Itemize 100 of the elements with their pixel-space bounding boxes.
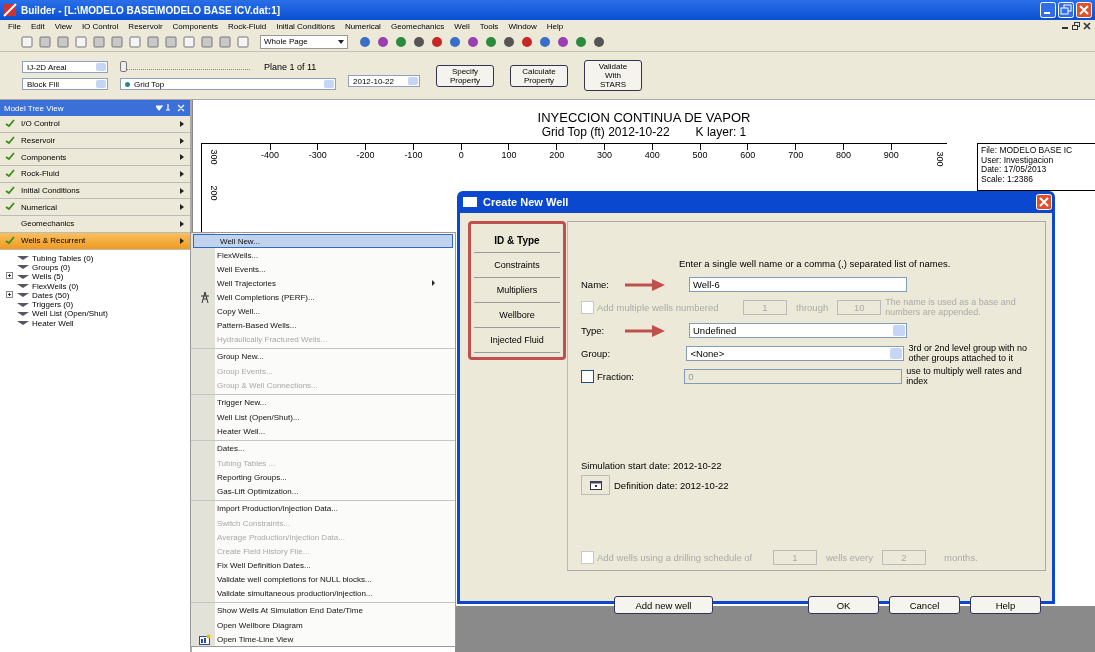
tree-item[interactable]: Triggers (0) bbox=[32, 300, 74, 310]
section-label: Initial Conditions bbox=[21, 186, 81, 196]
menu-item[interactable]: Open Wellbore Diagram bbox=[191, 618, 455, 632]
slider-thumb[interactable] bbox=[120, 60, 127, 72]
dialog-button[interactable]: OK bbox=[808, 596, 879, 614]
expand-arrow-icon[interactable] bbox=[180, 237, 184, 244]
name-field[interactable]: Well-6 bbox=[689, 277, 907, 292]
info-text: File: MODELO BASE IC bbox=[981, 146, 1074, 156]
menu-item[interactable]: Fix Well Definition Dates... bbox=[191, 558, 455, 572]
axis-label: 300 bbox=[597, 150, 613, 160]
map-title: INYECCION CONTINUA DE VAPOR bbox=[537, 110, 751, 125]
section-label: Rock-Fluid bbox=[21, 169, 61, 179]
menu-item[interactable]: Reporting Groups... bbox=[191, 470, 455, 484]
tree-section[interactable]: Geomechanics bbox=[0, 216, 190, 233]
layer-label: K layer: 1 bbox=[695, 125, 747, 139]
date-select[interactable]: 2012-10-22 bbox=[348, 75, 420, 87]
plane-slider[interactable] bbox=[120, 64, 250, 70]
expand-arrow-icon[interactable] bbox=[180, 220, 184, 227]
menu-item[interactable]: Initial Conditions bbox=[276, 21, 335, 31]
close-icon[interactable] bbox=[1083, 22, 1091, 30]
tree-section[interactable]: Numerical bbox=[0, 199, 190, 217]
info-text: Scale: 1:2386 bbox=[981, 174, 1034, 184]
menu-item[interactable]: Trigger New... bbox=[191, 394, 455, 410]
minimize-icon[interactable] bbox=[1040, 2, 1056, 18]
display-select[interactable]: Block Fill bbox=[22, 78, 108, 90]
funnel-icon bbox=[17, 283, 29, 290]
menu-item[interactable]: Gas-Lift Optimization... bbox=[191, 484, 455, 498]
tree-item[interactable]: Tubing Tables (0) bbox=[32, 253, 94, 263]
tree-item[interactable]: Well List (Open/Shut) bbox=[32, 309, 108, 319]
calendar-icon bbox=[589, 480, 602, 490]
info-text: Date: 17/05/2013 bbox=[981, 165, 1047, 175]
expand-arrow-icon[interactable] bbox=[180, 120, 184, 127]
menu-item[interactable]: Group New... bbox=[191, 348, 455, 364]
dialog-button[interactable]: Add new well bbox=[614, 596, 713, 614]
view-select[interactable]: IJ-2D Areal bbox=[22, 61, 108, 73]
tree-item[interactable]: Dates (50) bbox=[32, 290, 70, 300]
expand-arrow-icon[interactable] bbox=[180, 204, 184, 211]
menu-item[interactable]: Import Production/Injection Data... bbox=[191, 500, 455, 516]
menu-item[interactable]: Well Trajectories bbox=[191, 276, 455, 290]
menu-item[interactable]: Heater Well... bbox=[191, 424, 455, 438]
menu-item[interactable]: Copy Well... bbox=[191, 304, 455, 318]
dialog-button[interactable]: Help bbox=[970, 596, 1041, 614]
property-button[interactable]: Specify Property bbox=[436, 64, 494, 87]
panel-controls-icon[interactable] bbox=[156, 104, 186, 112]
menu-item[interactable]: Pattern-Based Wells... bbox=[191, 318, 455, 332]
tree-item[interactable]: Wells (5) bbox=[32, 272, 64, 282]
type-select[interactable]: Undefined bbox=[689, 323, 907, 338]
menu-item[interactable]: IO Control bbox=[81, 21, 119, 31]
menu-item[interactable]: Help bbox=[546, 21, 564, 31]
calendar-button[interactable] bbox=[581, 475, 610, 495]
hint-text: Enter a single well name or a comma (,) separated list of names. bbox=[679, 258, 952, 269]
menu-item[interactable]: Validate simultaneous production/injection... bbox=[191, 586, 455, 600]
zoom-select[interactable]: Whole Page bbox=[260, 34, 348, 49]
axis-label: 400 bbox=[644, 150, 660, 160]
tree-section[interactable]: I/O Control bbox=[0, 116, 190, 133]
menu-item[interactable]: Edit bbox=[30, 21, 45, 31]
menu-item[interactable]: Numerical bbox=[344, 21, 381, 31]
section-label: Wells & Recurrent bbox=[21, 236, 87, 246]
menu-item[interactable]: FlexWells... bbox=[191, 248, 455, 262]
restore-icon[interactable] bbox=[1072, 22, 1080, 30]
tree-item[interactable]: Groups (0) bbox=[32, 262, 71, 272]
menu-item[interactable]: File bbox=[8, 21, 21, 31]
group-select[interactable]: <None> bbox=[686, 346, 905, 361]
tree-section[interactable]: Components bbox=[0, 149, 190, 167]
expand-box-icon[interactable] bbox=[6, 290, 13, 298]
tree-item[interactable]: Heater Well bbox=[32, 318, 74, 328]
section-label: Numerical bbox=[21, 202, 58, 212]
menu-item[interactable]: Open Time-Line View bbox=[191, 632, 455, 646]
funnel-icon bbox=[17, 255, 29, 262]
menu-item[interactable]: Geomechanics bbox=[390, 21, 445, 31]
menu-item[interactable]: Well Events... bbox=[191, 262, 455, 276]
menu-item[interactable]: Well bbox=[454, 21, 470, 31]
expand-box-icon[interactable] bbox=[6, 272, 13, 280]
menu-item[interactable]: Well New... bbox=[193, 234, 453, 248]
menu-item[interactable]: Tools bbox=[479, 21, 499, 31]
dialog-button[interactable]: Cancel bbox=[889, 596, 960, 614]
tree-item[interactable]: FlexWells (0) bbox=[32, 281, 79, 291]
property-button[interactable]: Calculate Property bbox=[510, 64, 568, 87]
menu-item[interactable]: View bbox=[54, 21, 72, 31]
tree-section[interactable]: Rock-Fluid bbox=[0, 166, 190, 183]
checkbox-label: Fraction: bbox=[597, 371, 635, 382]
dialog-title: Create New Well bbox=[483, 196, 569, 208]
property-button[interactable]: Validate With STARS bbox=[584, 60, 642, 91]
menu-item[interactable]: Well Completions (PERF)... bbox=[191, 290, 455, 304]
expand-arrow-icon[interactable] bbox=[180, 137, 184, 144]
axis-label: -300 bbox=[308, 150, 327, 160]
menu-item[interactable]: Reservoir bbox=[128, 21, 163, 31]
funnel-icon bbox=[17, 320, 29, 327]
menu-item[interactable]: Rock-Fluid bbox=[227, 21, 267, 31]
axis-label: 200 bbox=[549, 150, 565, 160]
menu-item[interactable]: Components bbox=[172, 21, 218, 31]
menu-item[interactable]: Validate well completions for NULL blocks... bbox=[191, 572, 455, 586]
expand-arrow-icon[interactable] bbox=[180, 170, 184, 177]
menu-item[interactable]: Well List (Open/Shut)... bbox=[191, 410, 455, 424]
expand-arrow-icon[interactable] bbox=[180, 154, 184, 161]
section-label: Geomechanics bbox=[21, 219, 76, 229]
menu-item[interactable]: Window bbox=[508, 21, 537, 31]
restore-icon[interactable] bbox=[1058, 2, 1074, 18]
property-select[interactable]: Grid Top bbox=[120, 78, 336, 90]
expand-arrow-icon[interactable] bbox=[180, 187, 184, 194]
